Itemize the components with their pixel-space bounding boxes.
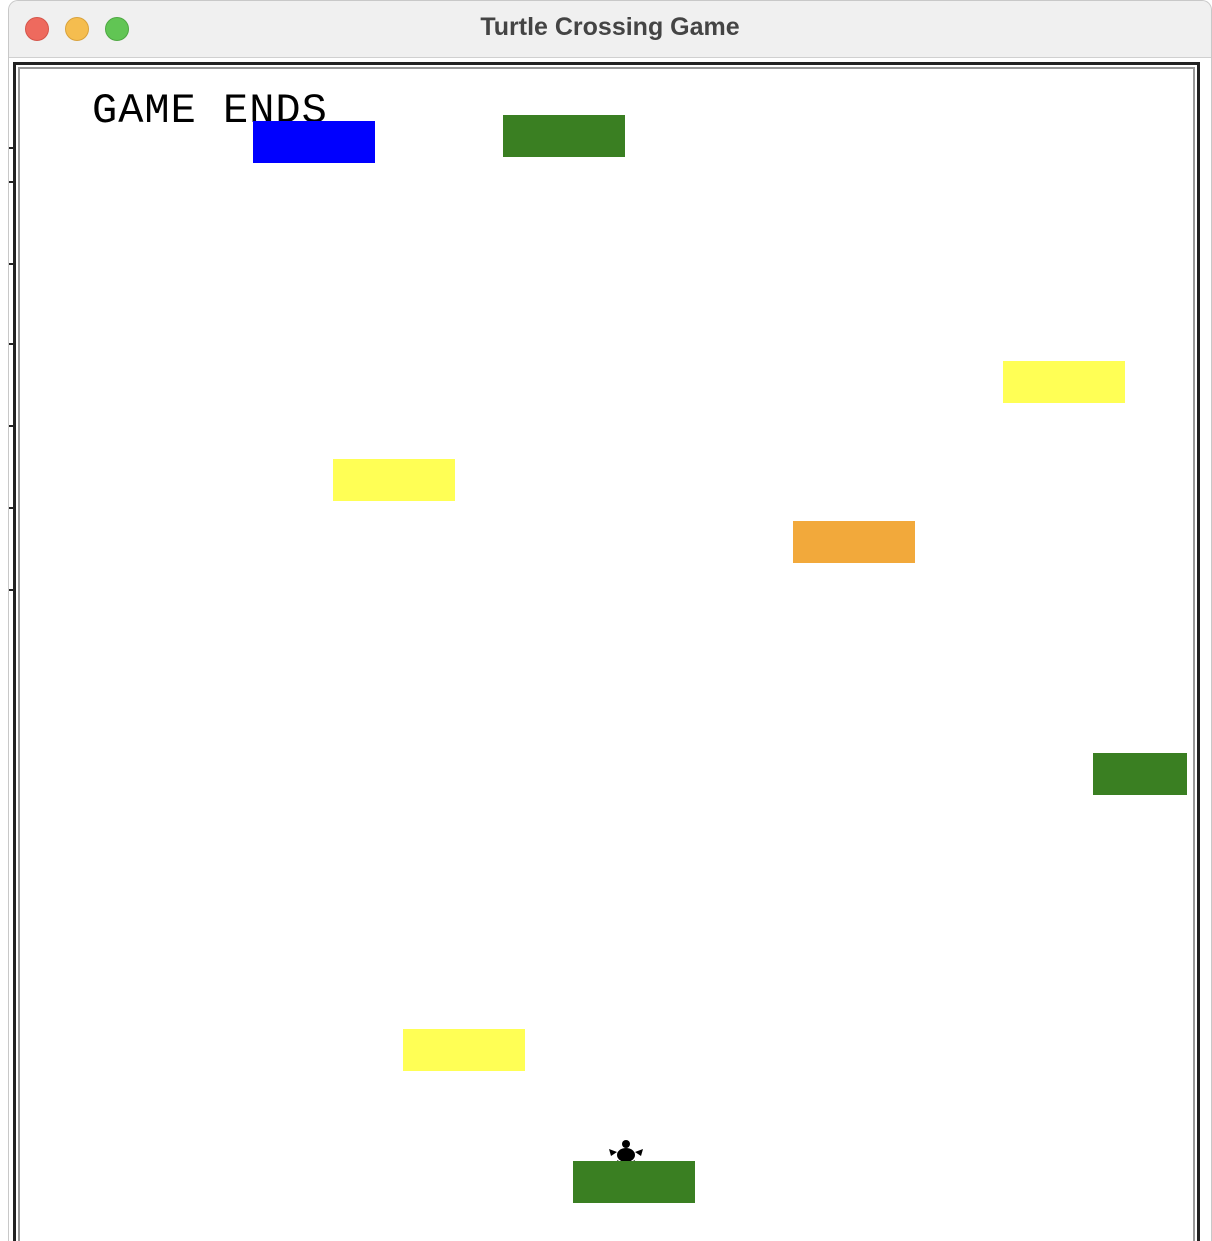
car-green-bottom [573, 1161, 695, 1203]
car-yellow-left [333, 459, 455, 501]
car-orange [793, 521, 915, 563]
app-window: Turtle Crossing Game GAME ENDS [8, 0, 1212, 1241]
game-canvas-frame: GAME ENDS [13, 62, 1200, 1241]
title-bar: Turtle Crossing Game [9, 1, 1211, 58]
car-green-top [503, 115, 625, 157]
window-title: Turtle Crossing Game [480, 13, 740, 41]
car-yellow-right [1003, 361, 1125, 403]
car-yellow-bottom [403, 1029, 525, 1071]
car-blue [253, 121, 375, 163]
window-content: GAME ENDS [9, 58, 1211, 1241]
game-canvas[interactable]: GAME ENDS [26, 75, 1187, 1241]
car-green-right [1093, 753, 1187, 795]
